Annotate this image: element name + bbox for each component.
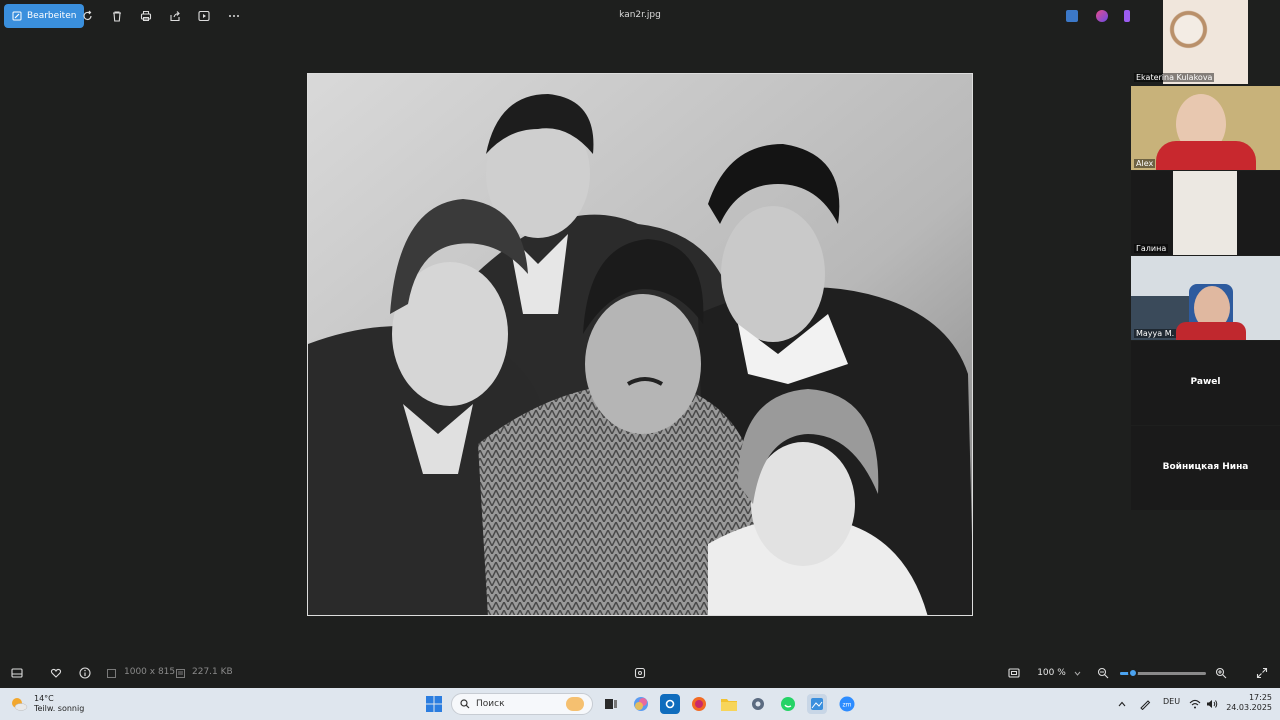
file-size-icon [174,665,186,681]
photos-app-icon[interactable] [807,694,827,714]
zoom-out-icon[interactable] [1095,665,1111,681]
resolution-icon [105,665,117,681]
chevron-up-icon[interactable] [1115,694,1129,714]
file-name: kan2r.jpg [619,10,661,20]
clock-time: 17:25 [1248,693,1272,702]
zoom-slider[interactable] [1120,668,1206,678]
participant-name: Ekaterina Kulakova [1134,73,1215,82]
participant-video [1163,0,1248,84]
displayed-photo [307,73,973,616]
system-clock[interactable]: 17:25 24.03.2025 [1226,693,1272,713]
participant-name: Войницкая Нина [1162,462,1249,472]
edit-button-label: Bearbeiten [27,11,77,21]
delete-icon[interactable] [108,7,126,25]
participant-name: Галина [1134,244,1169,253]
participant-name: Mayya M. [1134,329,1177,338]
bottom-bar: 1000 x 815 227.1 KB 100 % [0,660,1280,686]
pen-menu-icon[interactable] [1137,694,1153,714]
fullscreen-icon[interactable] [1254,665,1270,681]
zoom-level-dropdown[interactable]: 100 % [1030,664,1088,682]
edit-button[interactable]: Bearbeiten [4,4,85,28]
share-icon[interactable] [166,7,184,25]
more-icon[interactable] [225,7,243,25]
copilot-app-icon[interactable] [631,694,651,714]
firefox-icon[interactable] [689,694,709,714]
favorite-icon[interactable] [48,665,64,681]
participant-tile[interactable]: Войницкая Нина [1131,426,1280,510]
sun-cloud-icon [12,698,28,711]
svg-text:zm: zm [843,702,852,709]
pen-app-icon[interactable] [1066,10,1078,22]
copilot-icon[interactable] [1096,10,1108,22]
participant-name: Alex [1134,159,1156,168]
top-toolbar: Bearbeiten kan2r.jpg [0,0,1130,32]
weather-widget[interactable]: 14°C Teilw. sonnig [10,692,84,716]
edit-icon [12,11,22,21]
image-dimensions: 1000 x 815 [124,667,176,677]
wifi-icon[interactable] [1187,694,1203,714]
task-view-icon[interactable] [601,694,621,714]
search-highlight-icon [566,697,584,711]
weather-temperature: 14°C [34,694,54,703]
participants-panel: Ekaterina Kulakova Alex Галина Mayya M. … [1130,0,1280,510]
weather-condition: Teilw. sonnig [34,704,85,713]
participant-tile[interactable]: Mayya M. [1131,256,1280,340]
outlook-icon[interactable] [660,694,680,714]
windows-start-icon[interactable] [424,694,444,714]
zoom-in-icon[interactable] [1213,665,1229,681]
file-size: 227.1 KB [192,667,233,677]
zoom-slider-thumb[interactable] [1128,668,1138,678]
chevron-down-icon [1074,671,1081,676]
info-icon[interactable] [77,665,93,681]
fit-to-window-icon[interactable] [1006,665,1022,681]
participant-name: Pawel [1190,377,1221,387]
volume-icon[interactable] [1204,694,1220,714]
slideshow-icon[interactable] [195,7,213,25]
participant-video [1173,171,1237,255]
crop-icon[interactable] [632,665,648,681]
whatsapp-icon[interactable] [778,694,798,714]
filmstrip-icon[interactable] [9,665,25,681]
print-icon[interactable] [137,7,155,25]
participant-tile[interactable]: Pawel [1131,341,1280,425]
file-explorer-icon[interactable] [719,694,739,714]
zoom-level: 100 % [1037,668,1066,678]
search-placeholder: Поиск [476,699,505,709]
rotate-icon[interactable] [79,7,97,25]
participant-tile[interactable]: Ekaterina Kulakova [1131,0,1280,84]
participant-tile[interactable]: Галина [1131,171,1280,255]
photos-app-window: Bearbeiten kan2r.jpg Ekaterina Kulakova … [0,0,1280,720]
settings-gear-icon[interactable] [748,694,768,714]
clock-date: 24.03.2025 [1226,703,1272,712]
search-icon [460,699,470,709]
participant-tile[interactable]: Alex [1131,86,1280,170]
language-indicator[interactable]: DEU [1163,697,1180,706]
taskbar: 14°C Teilw. sonnig Поиск zm DEU 17:25 24… [0,688,1280,720]
taskbar-search-input[interactable]: Поиск [451,693,593,715]
zoom-app-icon[interactable]: zm [837,694,857,714]
